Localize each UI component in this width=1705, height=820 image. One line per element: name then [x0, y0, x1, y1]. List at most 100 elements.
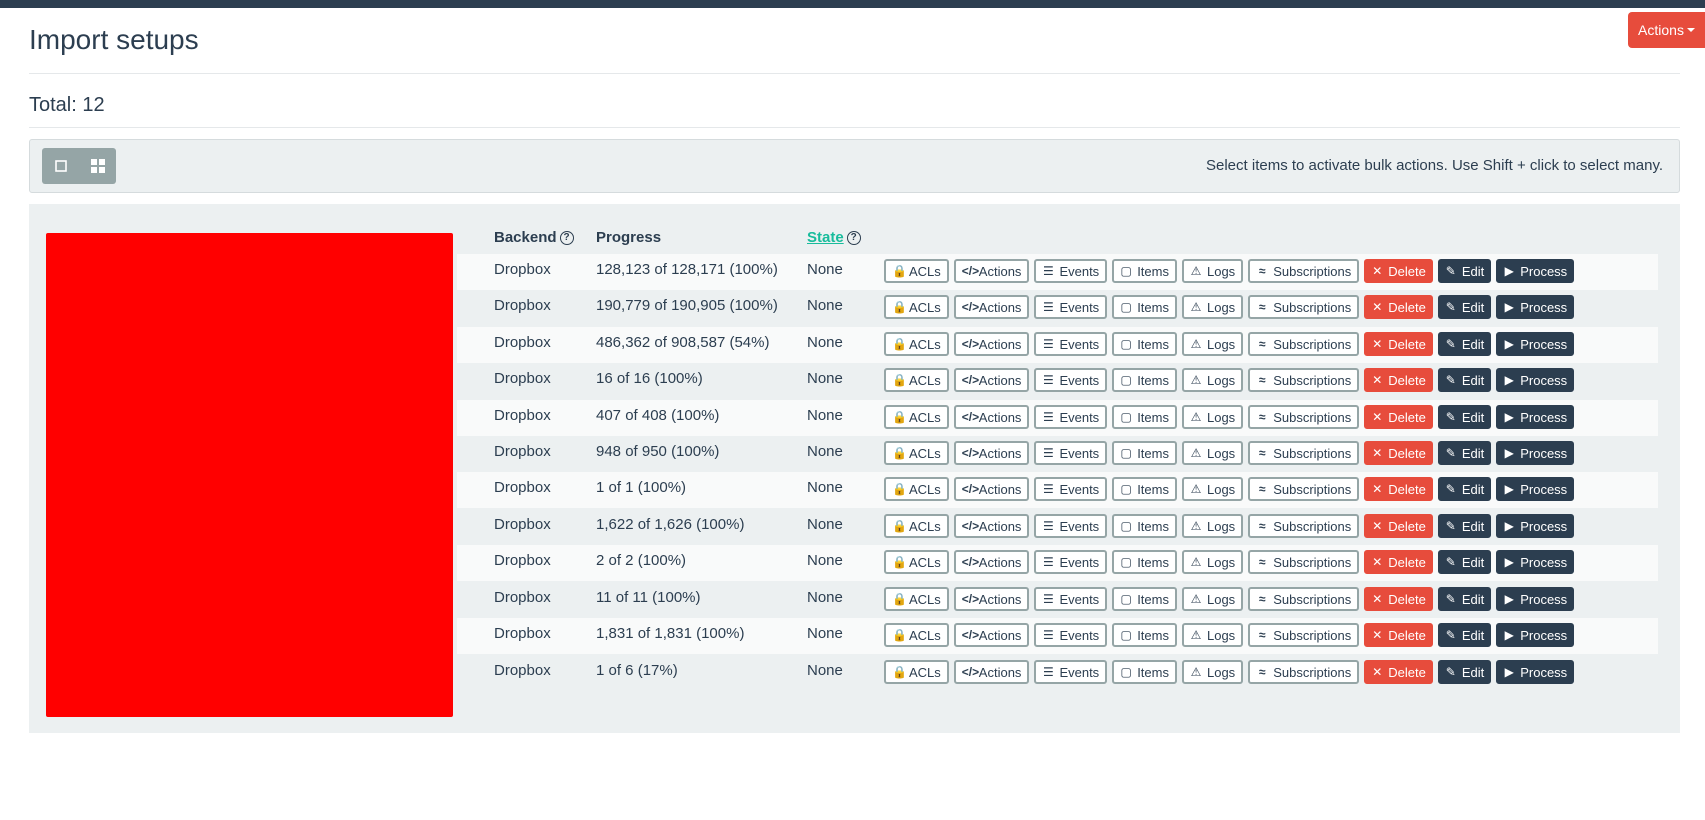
logs-button[interactable]: ⚠ Logs — [1181, 660, 1244, 684]
edit-button[interactable]: ✎ Edit — [1437, 405, 1492, 429]
items-button[interactable]: ▢ Items — [1112, 623, 1177, 647]
acls-button[interactable]: 🔒 ACLs — [884, 660, 949, 684]
logs-button[interactable]: ⚠ Logs — [1181, 441, 1244, 465]
acls-button[interactable]: 🔒 ACLs — [884, 259, 949, 283]
logs-button[interactable]: ⚠ Logs — [1181, 259, 1244, 283]
acls-button[interactable]: 🔒 ACLs — [884, 332, 949, 356]
delete-button[interactable]: ✕ Delete — [1364, 587, 1433, 611]
process-button[interactable]: ▶ Process — [1496, 441, 1575, 465]
actions-button[interactable]: </> Actions — [953, 623, 1030, 647]
delete-button[interactable]: ✕ Delete — [1364, 368, 1433, 392]
logs-button[interactable]: ⚠ Logs — [1181, 587, 1244, 611]
edit-button[interactable]: ✎ Edit — [1437, 514, 1492, 538]
delete-button[interactable]: ✕ Delete — [1364, 550, 1433, 574]
events-button[interactable]: ☰ Events — [1034, 332, 1108, 356]
subscriptions-button[interactable]: ≈ Subscriptions — [1248, 514, 1360, 538]
subscriptions-button[interactable]: ≈ Subscriptions — [1248, 295, 1360, 319]
subscriptions-button[interactable]: ≈ Subscriptions — [1248, 623, 1360, 647]
list-view-button[interactable] — [42, 148, 79, 184]
items-button[interactable]: ▢ Items — [1112, 660, 1177, 684]
logs-button[interactable]: ⚠ Logs — [1181, 295, 1244, 319]
edit-button[interactable]: ✎ Edit — [1437, 477, 1492, 501]
acls-button[interactable]: 🔒 ACLs — [884, 550, 949, 574]
process-button[interactable]: ▶ Process — [1496, 405, 1575, 429]
actions-button[interactable]: </> Actions — [953, 405, 1030, 429]
help-icon[interactable]: ? — [559, 230, 574, 245]
actions-button[interactable]: </> Actions — [953, 550, 1030, 574]
items-button[interactable]: ▢ Items — [1112, 295, 1177, 319]
events-button[interactable]: ☰ Events — [1034, 550, 1108, 574]
acls-button[interactable]: 🔒 ACLs — [884, 368, 949, 392]
logs-button[interactable]: ⚠ Logs — [1181, 623, 1244, 647]
subscriptions-button[interactable]: ≈ Subscriptions — [1248, 405, 1360, 429]
acls-button[interactable]: 🔒 ACLs — [884, 514, 949, 538]
delete-button[interactable]: ✕ Delete — [1364, 259, 1433, 283]
process-button[interactable]: ▶ Process — [1496, 368, 1575, 392]
acls-button[interactable]: 🔒 ACLs — [884, 623, 949, 647]
acls-button[interactable]: 🔒 ACLs — [884, 405, 949, 429]
edit-button[interactable]: ✎ Edit — [1437, 623, 1492, 647]
actions-button[interactable]: </> Actions — [953, 514, 1030, 538]
logs-button[interactable]: ⚠ Logs — [1181, 477, 1244, 501]
table-row[interactable]: Dropbox 948 of 950 (100%) None 🔒 ACLs </> Acti… — [457, 436, 1658, 472]
table-row[interactable]: Dropbox 486,362 of 908,587 (54%) None 🔒 ACLs… — [457, 327, 1658, 363]
events-button[interactable]: ☰ Events — [1034, 514, 1108, 538]
edit-button[interactable]: ✎ Edit — [1437, 295, 1492, 319]
events-button[interactable]: ☰ Events — [1034, 623, 1108, 647]
logs-button[interactable]: ⚠ Logs — [1181, 514, 1244, 538]
table-row[interactable]: Dropbox 1 of 1 (100%) None 🔒 ACLs </> Actions ☰… — [457, 472, 1658, 508]
edit-button[interactable]: ✎ Edit — [1437, 660, 1492, 684]
items-button[interactable]: ▢ Items — [1112, 368, 1177, 392]
actions-button[interactable]: </> Actions — [953, 660, 1030, 684]
subscriptions-button[interactable]: ≈ Subscriptions — [1248, 368, 1360, 392]
table-row[interactable]: Dropbox 1 of 6 (17%) None 🔒 ACLs </> Actions ☰ E… — [457, 655, 1658, 691]
subscriptions-button[interactable]: ≈ Subscriptions — [1248, 441, 1360, 465]
process-button[interactable]: ▶ Process — [1496, 259, 1575, 283]
items-button[interactable]: ▢ Items — [1112, 332, 1177, 356]
items-button[interactable]: ▢ Items — [1112, 514, 1177, 538]
help-icon[interactable]: ? — [846, 230, 861, 245]
table-row[interactable]: Dropbox 11 of 11 (100%) None 🔒 ACLs </> Action… — [457, 582, 1658, 618]
process-button[interactable]: ▶ Process — [1496, 332, 1575, 356]
items-button[interactable]: ▢ Items — [1112, 477, 1177, 501]
items-button[interactable]: ▢ Items — [1112, 259, 1177, 283]
delete-button[interactable]: ✕ Delete — [1364, 295, 1433, 319]
edit-button[interactable]: ✎ Edit — [1437, 368, 1492, 392]
events-button[interactable]: ☰ Events — [1034, 368, 1108, 392]
delete-button[interactable]: ✕ Delete — [1364, 623, 1433, 647]
subscriptions-button[interactable]: ≈ Subscriptions — [1248, 660, 1360, 684]
process-button[interactable]: ▶ Process — [1496, 295, 1575, 319]
events-button[interactable]: ☰ Events — [1034, 259, 1108, 283]
events-button[interactable]: ☰ Events — [1034, 441, 1108, 465]
process-button[interactable]: ▶ Process — [1496, 660, 1575, 684]
edit-button[interactable]: ✎ Edit — [1437, 550, 1492, 574]
actions-button[interactable]: </> Actions — [953, 441, 1030, 465]
delete-button[interactable]: ✕ Delete — [1364, 332, 1433, 356]
events-button[interactable]: ☰ Events — [1034, 587, 1108, 611]
edit-button[interactable]: ✎ Edit — [1437, 587, 1492, 611]
actions-button[interactable]: </> Actions — [953, 477, 1030, 501]
actions-button[interactable]: </> Actions — [953, 587, 1030, 611]
process-button[interactable]: ▶ Process — [1496, 623, 1575, 647]
delete-button[interactable]: ✕ Delete — [1364, 405, 1433, 429]
delete-button[interactable]: ✕ Delete — [1364, 441, 1433, 465]
subscriptions-button[interactable]: ≈ Subscriptions — [1248, 259, 1360, 283]
acls-button[interactable]: 🔒 ACLs — [884, 441, 949, 465]
process-button[interactable]: ▶ Process — [1496, 587, 1575, 611]
acls-button[interactable]: 🔒 ACLs — [884, 295, 949, 319]
actions-button[interactable]: </> Actions — [953, 295, 1030, 319]
logs-button[interactable]: ⚠ Logs — [1181, 550, 1244, 574]
process-button[interactable]: ▶ Process — [1496, 477, 1575, 501]
edit-button[interactable]: ✎ Edit — [1437, 332, 1492, 356]
process-button[interactable]: ▶ Process — [1496, 514, 1575, 538]
table-row[interactable]: Dropbox 1,622 of 1,626 (100%) None 🔒 ACLs </>… — [457, 509, 1658, 545]
logs-button[interactable]: ⚠ Logs — [1181, 405, 1244, 429]
edit-button[interactable]: ✎ Edit — [1437, 259, 1492, 283]
acls-button[interactable]: 🔒 ACLs — [884, 477, 949, 501]
delete-button[interactable]: ✕ Delete — [1364, 477, 1433, 501]
acls-button[interactable]: 🔒 ACLs — [884, 587, 949, 611]
logs-button[interactable]: ⚠ Logs — [1181, 332, 1244, 356]
grid-view-button[interactable] — [79, 148, 116, 184]
delete-button[interactable]: ✕ Delete — [1364, 514, 1433, 538]
logs-button[interactable]: ⚠ Logs — [1181, 368, 1244, 392]
